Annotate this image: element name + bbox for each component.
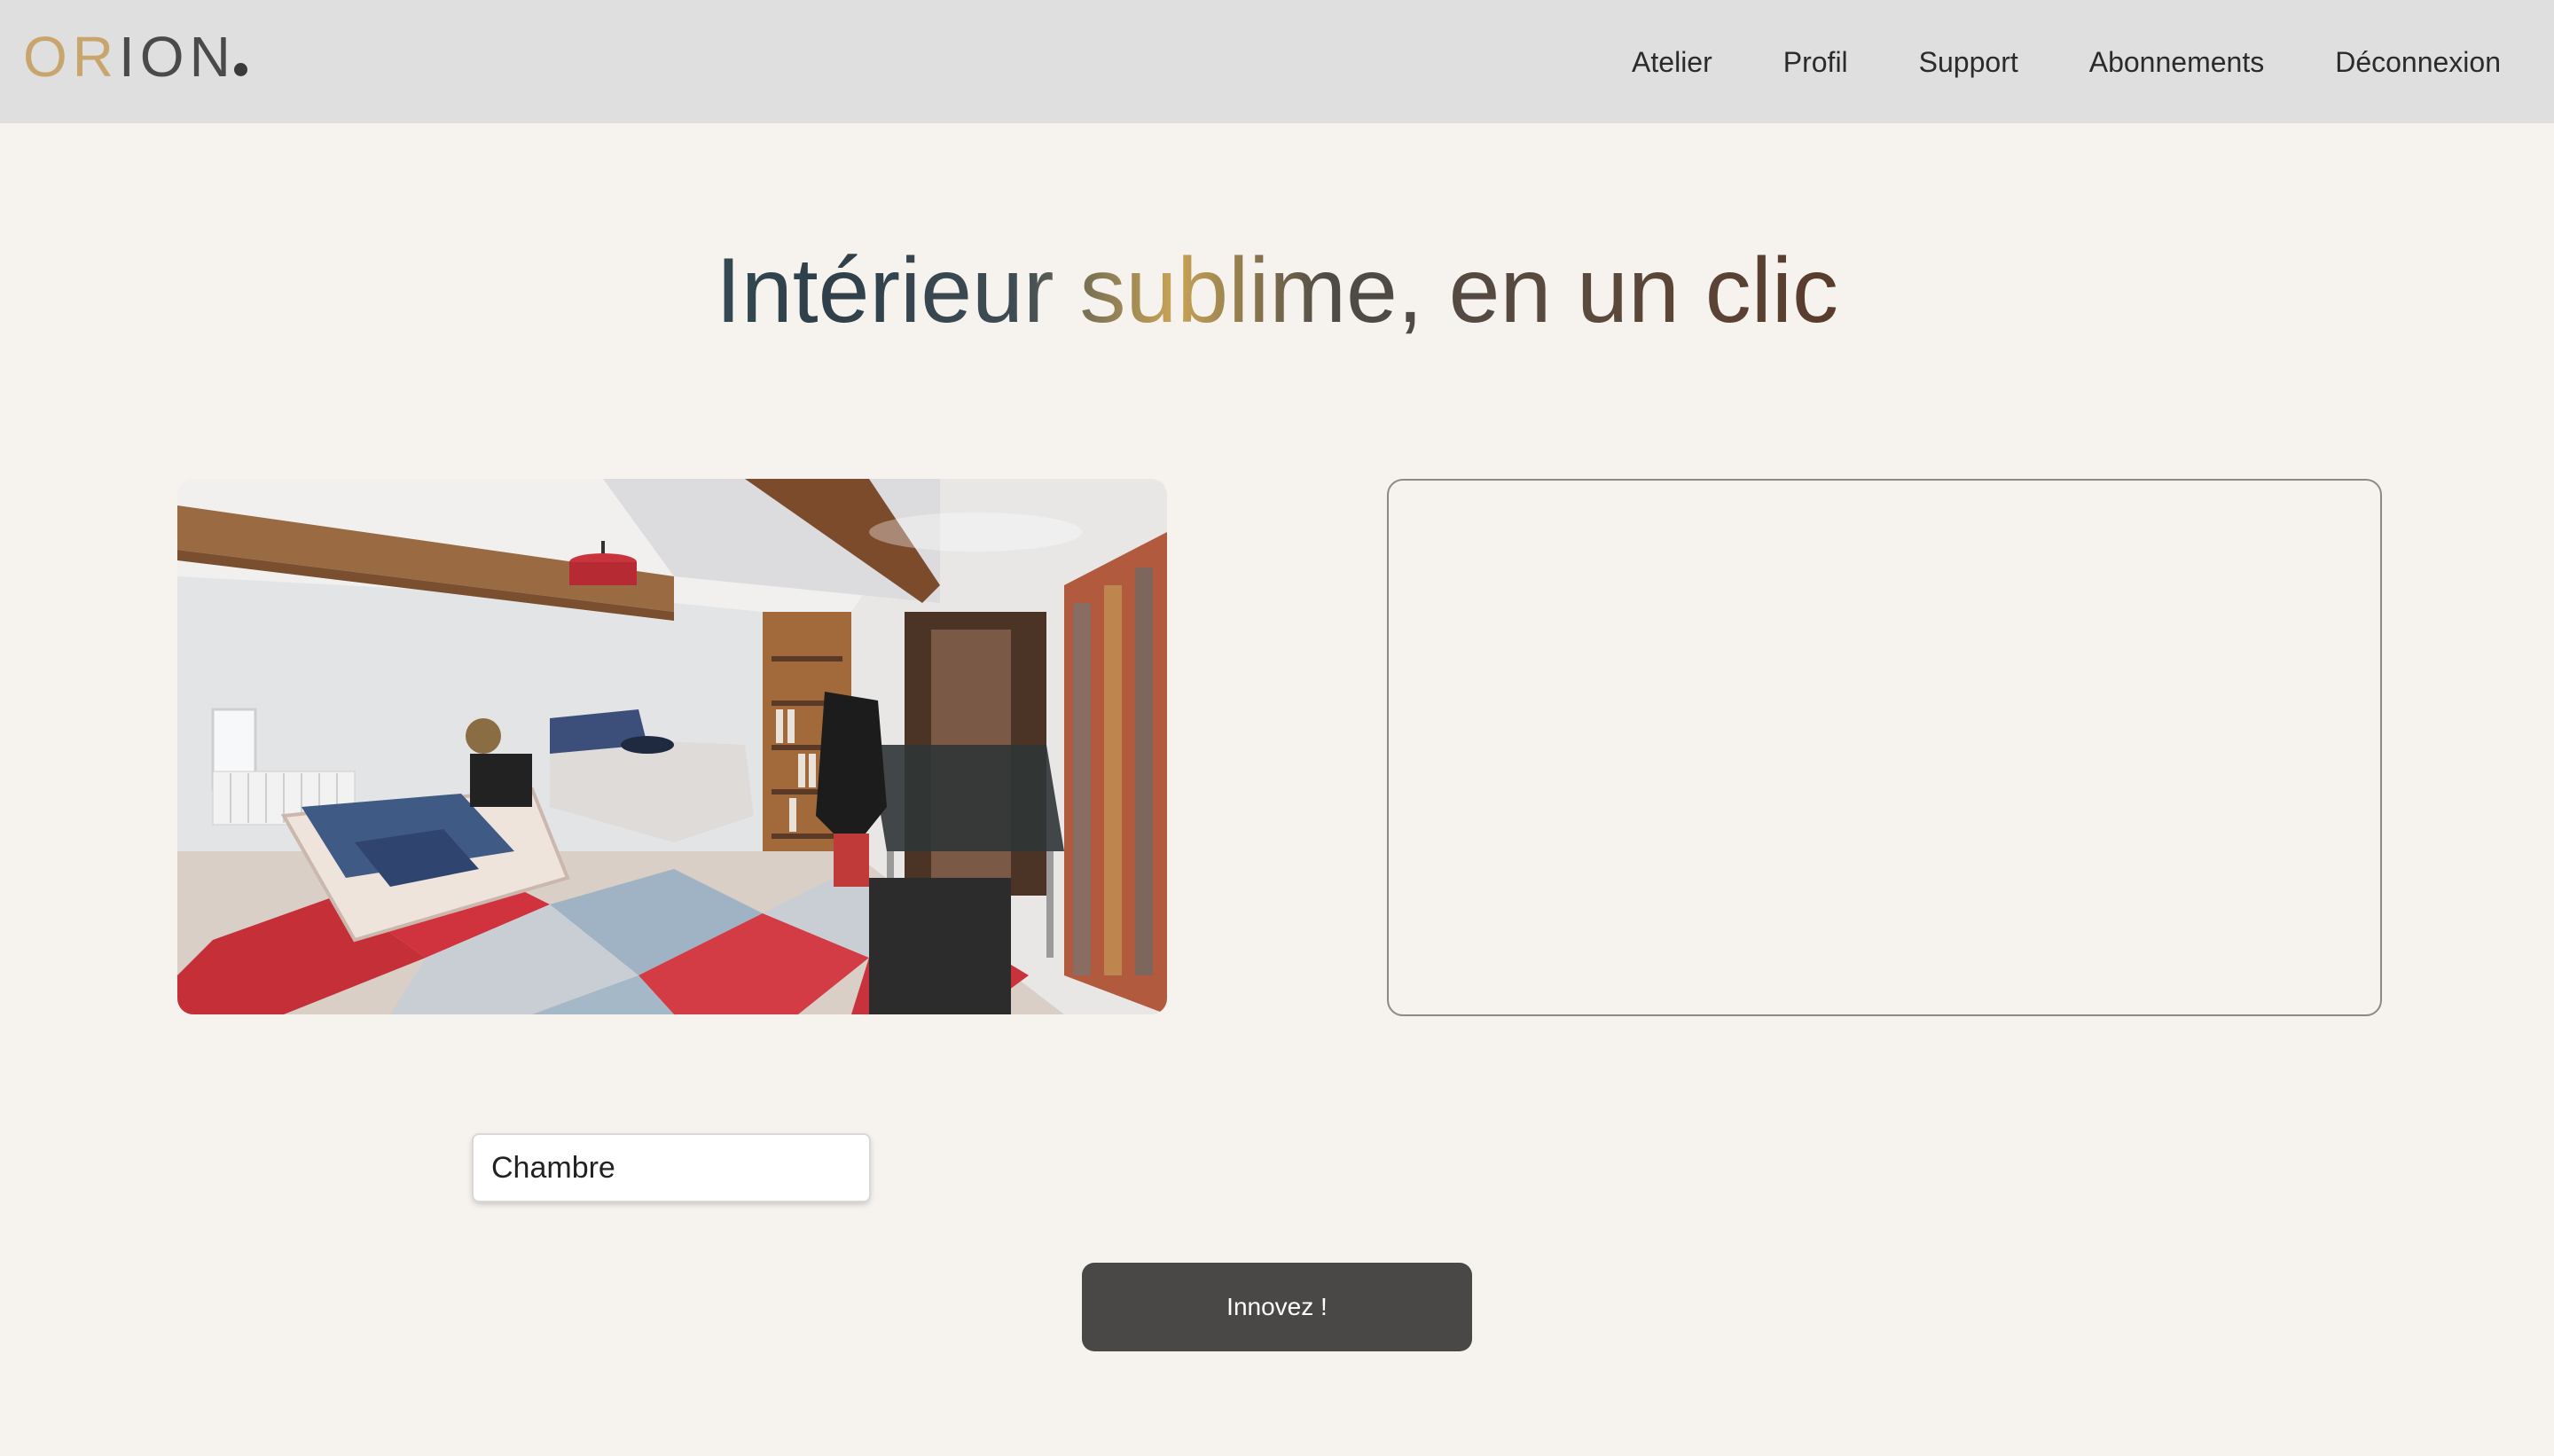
top-header: ORION Atelier Profil Support Abonnements…	[0, 0, 2554, 123]
hero-title: Intérieur sublime, en un clic	[0, 238, 2554, 344]
bedroom-photo-image	[177, 479, 1167, 1014]
logo-text-gold: OR	[23, 25, 119, 89]
generated-result-panel	[1387, 479, 2382, 1016]
nav-item-atelier[interactable]: Atelier	[1632, 43, 1712, 82]
main-nav: Atelier Profil Support Abonnements Décon…	[1561, 43, 2501, 82]
logo-text-dark: ION	[119, 25, 236, 89]
uploaded-room-photo[interactable]	[177, 479, 1167, 1014]
nav-item-abonnements[interactable]: Abonnements	[2089, 43, 2264, 82]
logo-dot-icon	[233, 63, 247, 76]
nav-item-profil[interactable]: Profil	[1783, 43, 1848, 82]
innovate-button[interactable]: Innovez !	[1082, 1263, 1472, 1351]
room-type-input[interactable]	[474, 1135, 869, 1201]
orion-logo[interactable]: ORION	[23, 28, 247, 85]
nav-item-support[interactable]: Support	[1919, 43, 2018, 82]
nav-item-deconnexion[interactable]: Déconnexion	[2335, 43, 2501, 82]
